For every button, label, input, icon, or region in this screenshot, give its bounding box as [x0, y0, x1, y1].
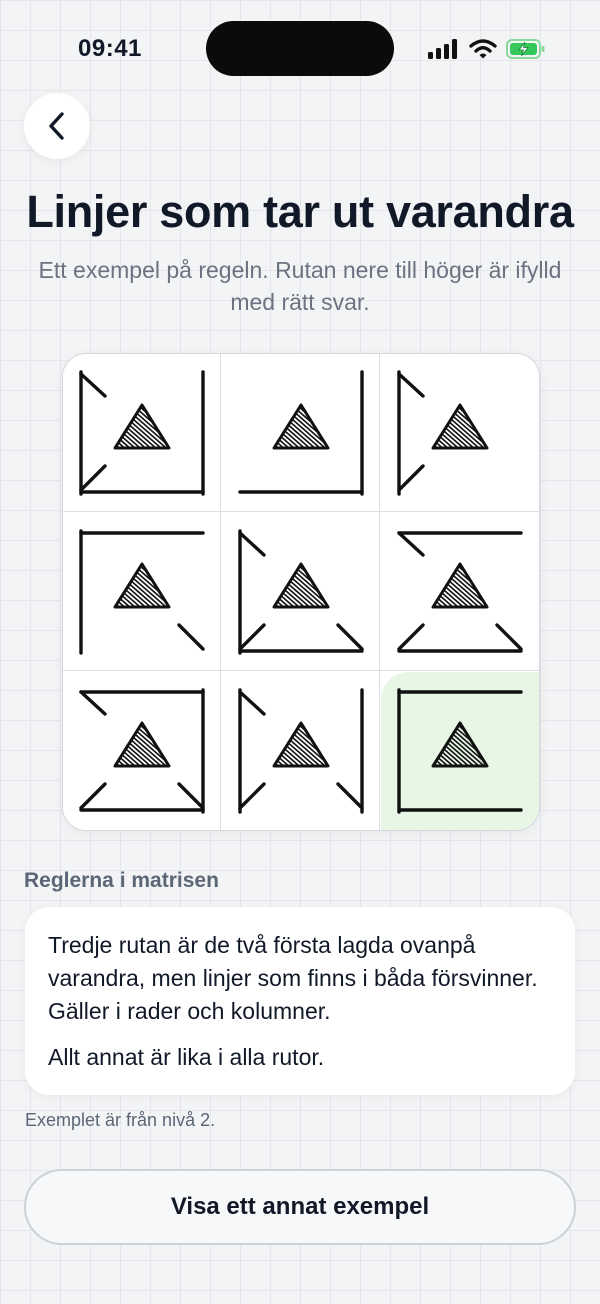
- status-time: 09:41: [78, 35, 142, 62]
- matrix-cell: [63, 672, 221, 830]
- page-title: Linjer som tar ut varandra: [26, 186, 574, 237]
- status-bar: 09:41: [0, 0, 600, 96]
- signal-icon: [428, 39, 457, 59]
- show-another-example-button[interactable]: Visa ett annat exempel: [24, 1169, 576, 1245]
- cell-figure: [238, 688, 364, 814]
- back-button[interactable]: [24, 93, 90, 159]
- cell-figure: [238, 529, 364, 655]
- cell-line: [238, 623, 266, 651]
- battery-charging-icon: [506, 39, 545, 59]
- matrix-cell: [63, 354, 221, 512]
- cell-line: [79, 372, 107, 398]
- grid-divider: [63, 670, 539, 671]
- matrix-cell: [381, 513, 539, 671]
- matrix-cell: [222, 672, 380, 830]
- chevron-left-icon: [49, 112, 64, 140]
- matrix-cell: [381, 354, 539, 512]
- cell-figure: [79, 370, 205, 496]
- rules-text: Allt annat är lika i alla rutor.: [48, 1044, 325, 1070]
- cell-line: [238, 531, 266, 557]
- cell-line: [177, 782, 205, 810]
- wifi-icon: [469, 39, 497, 59]
- cell-line: [79, 464, 107, 492]
- cell-line: [397, 531, 425, 557]
- cell-figure: [79, 688, 205, 814]
- matrix-cell: [222, 513, 380, 671]
- rules-text: Tredje rutan är de två första lagda ovan…: [48, 932, 538, 1024]
- cell-line: [397, 372, 425, 398]
- cell-line: [238, 690, 266, 716]
- cell-figure: [397, 370, 489, 496]
- rules-heading: Reglerna i matrisen: [24, 869, 219, 892]
- dynamic-island: [206, 21, 394, 76]
- puzzle-matrix: [62, 353, 540, 831]
- cell-line: [177, 623, 205, 651]
- page-subtitle: Ett exempel på regeln. Rutan nere till h…: [38, 257, 562, 315]
- cell-figure: [397, 531, 523, 653]
- grid-divider: [220, 354, 221, 830]
- matrix-cell: [222, 354, 380, 512]
- cell-line: [336, 623, 364, 651]
- cell-figure: [238, 370, 364, 496]
- answer-cell: [381, 672, 539, 830]
- status-icons: [428, 36, 546, 62]
- level-footnote: Exemplet är från nivå 2.: [25, 1110, 216, 1130]
- cell-line: [336, 782, 364, 810]
- cell-line: [79, 782, 107, 810]
- grid-divider: [63, 511, 539, 512]
- grid-divider: [379, 354, 380, 830]
- cell-line: [397, 464, 425, 492]
- rules-card: Tredje rutan är de två första lagda ovan…: [25, 907, 575, 1095]
- cell-line: [238, 782, 266, 810]
- cell-line: [495, 623, 523, 651]
- cell-line: [397, 623, 425, 651]
- cell-figure: [397, 688, 523, 814]
- cell-line: [79, 690, 107, 716]
- matrix-cell: [63, 513, 221, 671]
- cell-figure: [79, 529, 205, 655]
